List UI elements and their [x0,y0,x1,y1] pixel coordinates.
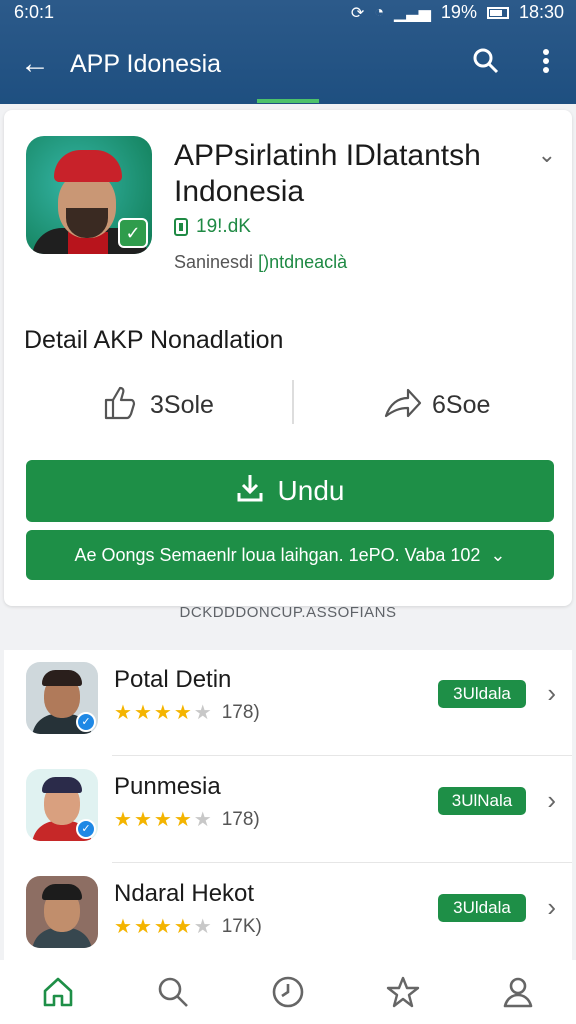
star-half-icon: ★ [193,809,212,831]
rating-count: 17K) [221,915,262,937]
download-button[interactable]: Undu [26,460,554,522]
app-detail-card: ✓ APPsirlatinh IDlatantsh Indonesia ⌄ 19… [4,110,572,606]
star-icon: ★ [114,916,132,938]
star-icon: ★ [114,809,132,831]
star-half-icon: ★ [193,916,212,938]
thumbs-up-icon [100,382,140,429]
app-bar: ← APP Idonesia [0,26,576,102]
share-button[interactable]: 6Soe [382,382,490,429]
share-icon [382,382,422,429]
status-right: ⟳ ◔ ▁▃▅ 19% 18:30 [351,2,564,23]
app-header: 6:0:1 ⟳ ◔ ▁▃▅ 19% 18:30 ← APP Idonesia [0,0,576,104]
star-icon: ★ [173,916,192,938]
search-icon[interactable] [456,47,516,82]
chevron-right-icon[interactable]: › [547,785,556,816]
home-icon[interactable] [18,974,98,1010]
star-icon: ★ [114,702,132,724]
more-vert-icon[interactable] [516,47,576,82]
status-time-left: 6:0:1 [14,2,55,22]
clock-icon[interactable] [248,974,328,1010]
download-label: Undu [277,475,345,506]
like-button[interactable]: 3Sole [100,382,214,429]
app-name: APPsirlatinh IDlatantsh Indonesia [174,139,481,208]
star-half-icon: ★ [193,702,212,724]
chevron-down-icon[interactable]: ⌄ [538,142,556,168]
sync-icon: ⟳ [350,4,365,22]
list-item-tag[interactable]: 3UlNala [438,787,526,815]
chevron-down-icon: ⌄ [490,544,506,565]
battery-percent: 19% [440,2,477,22]
rating-count: 178) [221,808,260,830]
bottom-nav [0,960,576,1024]
developer-prefix: Saninesdi [174,252,254,272]
battery-icon [486,6,509,19]
star-icon: ★ [133,809,152,831]
detail-title: Detail AKP Nonadlation [24,326,284,354]
search-icon[interactable] [133,974,213,1010]
version-info-button[interactable]: Ae Oongs Semaenlr loua laihgan. 1ePO. Va… [26,530,554,580]
avatar: ✓ [26,662,98,734]
verified-badge-icon: ✓ [118,218,148,248]
list-item-name: Punmesia [114,773,221,800]
related-apps-list: ✓ Potal Detin ★ ★ ★ ★ ★ 178) 3Uldala › ✓ Pun… [4,650,572,960]
signal-icon: ▁▃▅ [394,4,431,22]
rating: ★ ★ ★ ★ ★ 17K) [114,914,262,939]
rating: ★ ★ ★ ★ ★ 178) [114,807,260,832]
star-icon: ★ [133,702,152,724]
stat-divider [292,380,294,424]
wifi-icon: ◔ [374,3,384,21]
list-item-name: Ndaral Hekot [114,880,255,907]
section-label: DCKDDDONCUP.ASSOFIANS [179,604,397,621]
chevron-right-icon[interactable]: › [547,678,556,709]
star-icon: ★ [153,809,172,831]
status-bar: 6:0:1 ⟳ ◔ ▁▃▅ 19% 18:30 [0,0,576,26]
star-icon: ★ [153,702,172,724]
list-item-tag[interactable]: 3Uldala [438,680,526,708]
download-icon [236,473,264,510]
status-time-right: 18:30 [518,2,564,22]
app-size-value: 19!.dK [196,216,251,237]
list-item[interactable]: ✓ Punmesia ★ ★ ★ ★ ★ 178) 3UlNala › [4,757,572,863]
list-item[interactable]: Ndaral Hekot ★ ★ ★ ★ ★ 17K) 3Uldala › [4,864,572,970]
app-icon: ✓ [26,136,152,254]
list-item[interactable]: ✓ Potal Detin ★ ★ ★ ★ ★ 178) 3Uldala › [4,650,572,756]
star-icon: ★ [153,916,172,938]
avatar [26,876,98,948]
verified-badge-icon: ✓ [76,819,96,839]
profile-icon[interactable] [478,974,558,1010]
rating: ★ ★ ★ ★ ★ 178) [114,700,260,725]
rating-count: 178) [221,701,260,723]
verified-badge-icon: ✓ [76,712,96,732]
app-size: 19!.dK [174,216,251,238]
developer-link[interactable]: [)ntdneaclà [258,252,347,272]
star-icon: ★ [173,702,192,724]
star-icon[interactable] [363,974,443,1010]
share-count: 6Soe [432,391,491,419]
developer-row: Saninesdi [)ntdneaclà [174,252,347,273]
star-icon: ★ [173,809,192,831]
version-info-label: Ae Oongs Semaenlr loua laihgan. 1ePO. Va… [74,544,481,565]
page-title: APP Idonesia [70,49,222,78]
back-arrow-icon[interactable]: ← [0,47,70,81]
star-icon: ★ [133,916,152,938]
chevron-right-icon[interactable]: › [547,892,556,923]
tab-indicator [257,99,319,103]
list-item-tag[interactable]: 3Uldala [438,894,526,922]
list-item-name: Potal Detin [114,666,232,693]
avatar: ✓ [26,769,98,841]
like-count: 3Sole [150,391,214,419]
file-size-icon [174,218,188,236]
